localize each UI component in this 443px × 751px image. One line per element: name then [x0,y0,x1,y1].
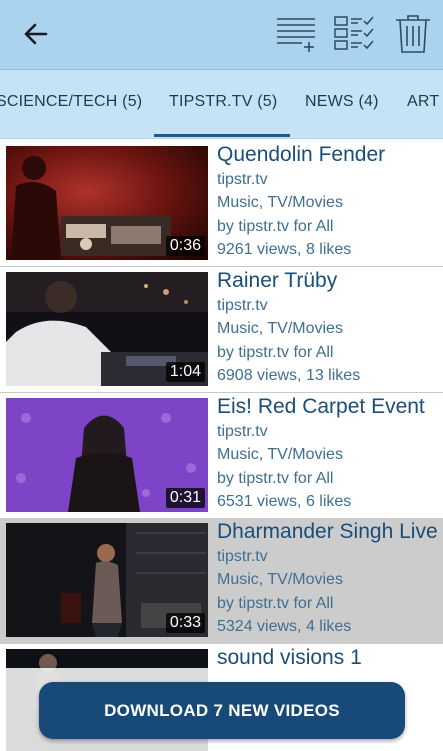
video-row[interactable]: 0:31 Eis! Red Carpet Event tipstr.tv Mus… [0,393,443,519]
tab-news[interactable]: NEWS (4) [305,70,379,138]
video-row[interactable]: 1:04 Rainer Trüby tipstr.tv Music, TV/Mo… [0,267,443,393]
video-thumbnail: 0:33 [6,523,208,637]
video-stats: 5324 views, 4 likes [217,618,352,635]
video-list[interactable]: 0:36 Quendolin Fender tipstr.tv Music, T… [0,139,443,751]
video-category: Music, TV/Movies [217,571,343,588]
back-button[interactable] [14,14,58,54]
trash-icon [396,15,430,53]
video-source: tipstr.tv [217,548,268,565]
video-stats: 6908 views, 13 likes [217,367,361,384]
tab-art[interactable]: ART [407,70,439,138]
video-author: by tipstr.tv for All [217,218,334,235]
arrow-left-icon [24,23,48,45]
video-title: Dharmander Singh Live [217,520,438,543]
video-thumbnail: 0:36 [6,146,208,260]
video-duration: 1:04 [165,362,205,382]
active-tab-indicator [154,134,290,137]
video-thumbnail: 0:31 [6,398,208,512]
video-source: tipstr.tv [217,171,268,188]
download-new-videos-button[interactable]: DOWNLOAD 7 NEW VIDEOS [39,682,405,739]
video-source: tipstr.tv [217,297,268,314]
category-tabs: SCIENCE/TECH (5) TIPSTR.TV (5) NEWS (4) … [0,70,443,139]
video-source: tipstr.tv [217,423,268,440]
video-title: sound visions 1 [217,646,362,669]
video-duration: 0:33 [165,613,205,633]
app-toolbar [0,0,443,70]
video-duration: 0:31 [165,488,205,508]
video-author: by tipstr.tv for All [217,595,334,612]
video-stats: 6531 views, 6 likes [217,493,352,510]
video-author: by tipstr.tv for All [217,344,334,361]
video-category: Music, TV/Movies [217,320,343,337]
video-author: by tipstr.tv for All [217,470,334,487]
delete-button[interactable] [392,14,436,54]
video-row[interactable]: 0:36 Quendolin Fender tipstr.tv Music, T… [0,141,443,267]
add-to-playlist-button[interactable] [274,14,318,54]
video-category: Music, TV/Movies [217,446,343,463]
video-title: Eis! Red Carpet Event [217,395,425,418]
select-all-button[interactable] [332,14,376,54]
video-row-selected[interactable]: 0:33 Dharmander Singh Live tipstr.tv Mus… [0,518,443,644]
video-thumbnail: 1:04 [6,272,208,386]
video-title: Quendolin Fender [217,143,386,166]
playlist-add-icon [277,18,315,52]
video-title: Rainer Trüby [217,269,338,292]
video-category: Music, TV/Movies [217,194,343,211]
video-stats: 9261 views, 8 likes [217,241,352,258]
checklist-icon [334,16,374,50]
tab-science-tech[interactable]: SCIENCE/TECH (5) [0,70,142,138]
tab-tipstr-tv[interactable]: TIPSTR.TV (5) [169,70,277,138]
video-duration: 0:36 [165,236,205,256]
